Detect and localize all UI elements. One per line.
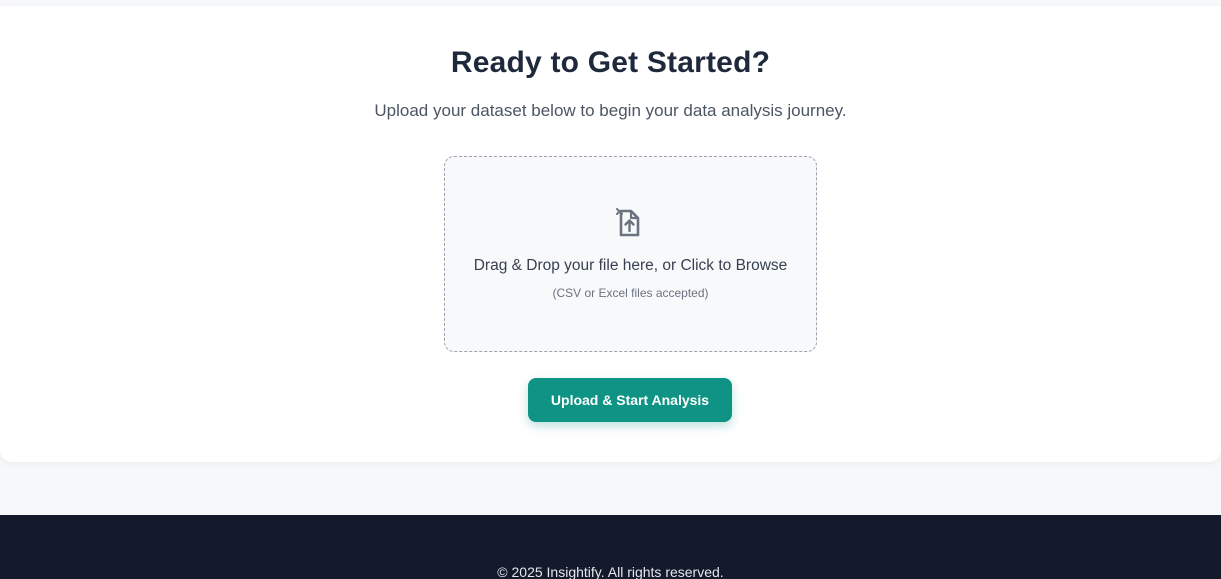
file-upload-icon — [613, 205, 645, 239]
page-subtitle: Upload your dataset below to begin your … — [374, 101, 847, 120]
page: Ready to Get Started? Upload your datase… — [0, 0, 1221, 579]
page-title: Ready to Get Started? — [450, 46, 771, 79]
upload-start-analysis-button[interactable]: Upload & Start Analysis — [528, 378, 732, 422]
upload-card: Ready to Get Started? Upload your datase… — [0, 6, 1221, 462]
footer: © 2025 Insightify. All rights reserved. — [0, 515, 1221, 579]
dropzone-file-types: (CSV or Excel files accepted) — [552, 286, 709, 300]
dropzone-instruction: Drag & Drop your file here, or Click to … — [473, 257, 788, 274]
file-dropzone[interactable]: Drag & Drop your file here, or Click to … — [444, 156, 817, 352]
footer-copyright: © 2025 Insightify. All rights reserved. — [497, 564, 724, 579]
